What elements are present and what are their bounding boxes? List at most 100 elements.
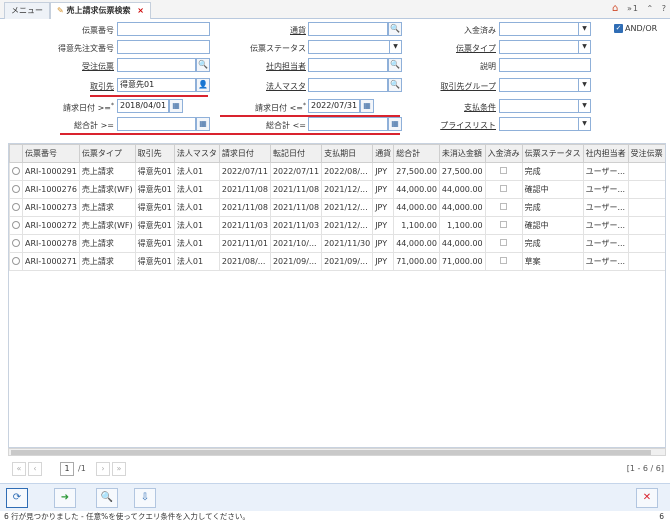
horizontal-scrollbar[interactable] — [8, 448, 666, 456]
row-select[interactable] — [9, 234, 23, 253]
column-header[interactable]: 法人マスタ — [173, 144, 220, 163]
torihikisaki-input[interactable]: 得意先01 — [117, 78, 196, 92]
page-input[interactable]: 1 — [60, 462, 74, 476]
row-radio[interactable] — [12, 256, 20, 265]
column-header[interactable]: 取引先 — [134, 144, 175, 163]
table-cell: 売上請求 — [78, 198, 136, 217]
tab-close-icon[interactable]: × — [137, 6, 144, 15]
refresh-icon[interactable]: ⟳ — [6, 488, 28, 508]
notification-chevron-icon[interactable]: » — [627, 4, 632, 13]
paid-checkbox — [500, 203, 508, 210]
houjin-search-icon[interactable]: 🔍 — [388, 78, 402, 92]
label-tsuka[interactable]: 通貨 — [230, 25, 306, 36]
label-shanai-tantou[interactable]: 社内担当者 — [230, 61, 306, 72]
redo-arrow-icon[interactable]: ➜ — [54, 488, 76, 508]
sougokei-to-input[interactable] — [308, 117, 388, 131]
table-cell: 44,000.00 — [393, 180, 440, 199]
label-denpyo-type[interactable]: 伝票タイプ — [420, 43, 496, 54]
column-header[interactable]: 転記日付 — [269, 144, 323, 163]
first-page-icon[interactable]: « — [12, 462, 26, 476]
table-cell: 44,000.00 — [438, 234, 486, 253]
table-row[interactable]: ARI-1000291 売上請求 得意先01 法人01 2022/07/11 2022/0… — [9, 162, 665, 181]
table-cell: JPY — [372, 180, 395, 199]
shanai-tantou-input[interactable] — [308, 58, 388, 72]
label-torihikisaki[interactable]: 取引先 — [40, 81, 114, 92]
table-cell — [484, 162, 523, 181]
calendar-icon[interactable]: ▦ — [169, 99, 183, 113]
next-page-icon[interactable]: › — [96, 462, 110, 476]
row-radio[interactable] — [12, 220, 20, 229]
export-icon[interactable]: ⇩ — [134, 488, 156, 508]
cancel-x-icon[interactable]: ✕ — [636, 488, 658, 508]
seikyu-from-input[interactable]: 2018/04/01 — [117, 99, 169, 113]
nyukin-zumi-select[interactable]: ▼ — [499, 22, 591, 36]
houjin-master-input[interactable] — [308, 78, 388, 92]
row-select[interactable] — [9, 180, 23, 199]
tab-menu[interactable]: メニュー — [4, 2, 50, 19]
denpyo-status-select[interactable]: ▼ — [308, 40, 402, 54]
row-select[interactable] — [9, 216, 23, 235]
row-radio[interactable] — [12, 238, 20, 247]
row-select[interactable] — [9, 162, 23, 181]
seikyu-to-input[interactable]: 2022/07/31 — [308, 99, 360, 113]
tantou-search-icon[interactable]: 🔍 — [388, 58, 402, 72]
tab-sales-invoice-search[interactable]: ✎ 売上請求伝票検索 × — [50, 2, 151, 19]
label-juchu-denpyo[interactable]: 受注伝票 — [40, 61, 114, 72]
tokui-chumon-no-input[interactable] — [117, 40, 210, 54]
column-header[interactable]: 得意先注文番号 — [664, 144, 665, 163]
row-radio[interactable] — [12, 166, 20, 175]
last-page-icon[interactable]: » — [112, 462, 126, 476]
column-header[interactable]: 未消込金額 — [438, 144, 486, 163]
person-lookup-icon[interactable]: 👤 — [196, 78, 210, 92]
zoom-search-icon[interactable]: 🔍 — [96, 488, 118, 508]
juchu-search-icon[interactable]: 🔍 — [196, 58, 210, 72]
column-header[interactable]: 通貨 — [372, 144, 395, 163]
calculator-icon[interactable]: ▦ — [196, 117, 210, 131]
table-cell — [627, 198, 665, 217]
help-icon[interactable]: ? — [662, 4, 666, 13]
denpyo-no-input[interactable] — [117, 22, 210, 36]
setsumei-input[interactable] — [499, 58, 591, 72]
pager: « ‹ 1 /1 › » [1 - 6 / 6] — [8, 461, 666, 477]
table-cell: ARI-1000278 — [22, 234, 80, 253]
column-header[interactable]: 入金済み — [484, 144, 523, 163]
home-icon[interactable]: ⌂ — [612, 3, 618, 14]
column-header[interactable]: 総合計 — [393, 144, 440, 163]
table-row[interactable]: ARI-1000272 売上請求(WF) 得意先01 法人01 2021/11/03 20… — [9, 216, 665, 235]
row-radio[interactable] — [12, 202, 20, 211]
column-header[interactable]: 伝票番号 — [22, 144, 80, 163]
column-header[interactable]: 社内担当者 — [582, 144, 629, 163]
calendar-icon[interactable]: ▦ — [360, 99, 374, 113]
table-cell: 27,500.00 — [393, 162, 440, 181]
shiharai-jouken-select[interactable]: ▼ — [499, 99, 591, 113]
table-row[interactable]: ARI-1000273 売上請求 得意先01 法人01 2021/11/08 2021/1… — [9, 198, 665, 217]
column-header[interactable]: 伝票ステータス — [521, 144, 584, 163]
row-select[interactable] — [9, 252, 23, 271]
scrollbar-thumb[interactable] — [11, 450, 651, 455]
column-header[interactable]: 受注伝票 — [627, 144, 665, 163]
denpyo-type-select[interactable]: ▼ — [499, 40, 591, 54]
label-price-list[interactable]: プライスリスト — [420, 120, 496, 131]
price-list-select[interactable]: ▼ — [499, 117, 591, 131]
row-radio[interactable] — [12, 184, 20, 193]
tsuka-search-icon[interactable]: 🔍 — [388, 22, 402, 36]
table-row[interactable]: ARI-1000276 売上請求(WF) 得意先01 法人01 2021/11/08 20… — [9, 180, 665, 199]
sougokei-from-input[interactable] — [117, 117, 196, 131]
calculator-icon[interactable]: ▦ — [388, 117, 402, 131]
tsuka-input[interactable] — [308, 22, 388, 36]
collapse-icon[interactable]: ⌃ — [647, 4, 654, 13]
label-houjin-master[interactable]: 法人マスタ — [230, 81, 306, 92]
and-or-checkbox[interactable]: ✓ — [614, 24, 623, 33]
torihiki-group-select[interactable]: ▼ — [499, 78, 591, 92]
column-header[interactable]: 支払期日 — [321, 144, 374, 163]
label-torihiki-group[interactable]: 取引先グループ — [420, 81, 496, 92]
table-row[interactable]: ARI-1000271 売上請求 得意先01 法人01 2021/08/... 2021/… — [9, 252, 665, 271]
column-header[interactable]: 伝票タイプ — [78, 144, 136, 163]
row-select[interactable] — [9, 198, 23, 217]
column-header[interactable]: 請求日付 — [218, 144, 271, 163]
juchu-denpyo-input[interactable] — [117, 58, 196, 72]
table-row[interactable]: ARI-1000278 売上請求 得意先01 法人01 2021/11/01 2021/1… — [9, 234, 665, 253]
prev-page-icon[interactable]: ‹ — [28, 462, 42, 476]
label-shiharai-jouken[interactable]: 支払条件 — [420, 102, 496, 113]
table-cell: ユーザー... — [582, 162, 629, 181]
